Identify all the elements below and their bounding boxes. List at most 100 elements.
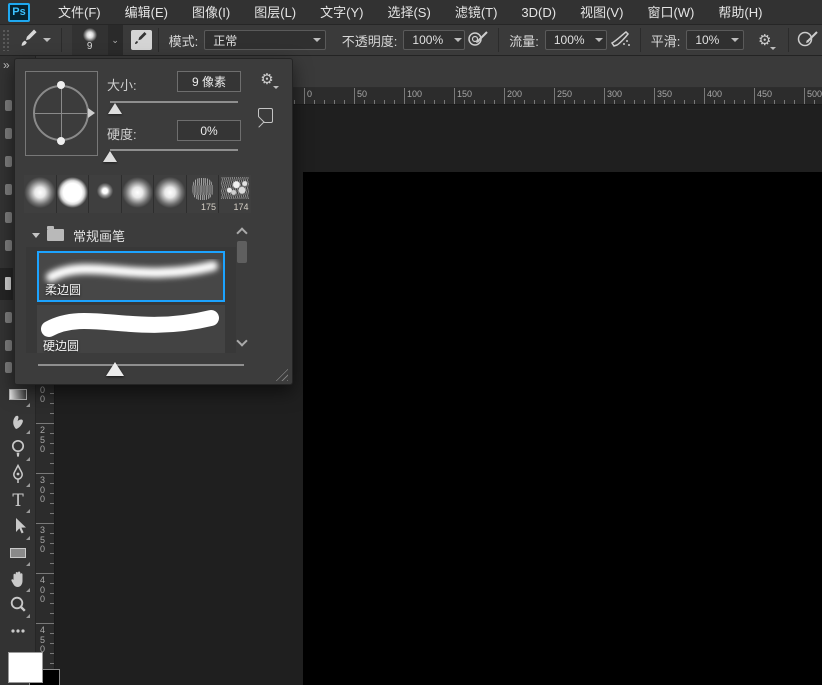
recent-brush-5[interactable] [154,175,186,213]
roundness-handle-top[interactable] [57,81,65,89]
menu-item-5[interactable]: 文字(Y) [308,0,375,25]
airbrush-button[interactable] [608,28,633,52]
ruler-tick [394,100,395,104]
hidden-tool-icon[interactable] [5,362,12,373]
brush-preset-picker-button[interactable]: 9 ⌄ [72,25,123,55]
recent-brush-2[interactable] [57,175,89,213]
preview-size-slider-track[interactable] [38,364,244,366]
gradient-tool-button[interactable] [5,384,31,409]
gear-icon: ⚙ [260,70,273,88]
angle-arrow[interactable] [88,108,95,118]
chevron-down-icon [727,38,743,42]
toggle-brush-settings-icon [133,30,149,51]
ruler-tick [294,100,295,104]
active-tool-pressed[interactable] [0,268,13,300]
menu-item-7[interactable]: 滤镜(T) [443,0,510,25]
panel-options-button[interactable]: ⚙ [254,67,280,91]
hidden-tool-icon[interactable] [5,312,12,323]
brush-preset-label: 柔边圆 [45,281,81,298]
menu-item-1[interactable]: 文件(F) [46,0,113,25]
options-bar-grip[interactable] [2,29,10,51]
ruler-tick [50,553,54,554]
create-new-brush-button[interactable] [258,108,273,123]
menu-item-4[interactable]: 图层(L) [242,0,308,25]
pen-tool-button[interactable] [5,464,31,489]
type-tool-button[interactable]: T [5,490,31,515]
ruler-tick [744,100,745,104]
hidden-tool-icon[interactable] [5,128,12,139]
pressure-opacity-button[interactable] [466,28,491,52]
smoothing-select[interactable]: 10% [686,30,744,50]
brush-group-header[interactable]: 常规画笔 [26,223,236,247]
ruler-tick [544,100,545,104]
pressure-size-button[interactable] [796,28,821,52]
roundness-handle-bottom[interactable] [57,137,65,145]
document-canvas[interactable] [303,172,822,685]
ruler-tick [50,563,54,564]
hidden-tool-icon[interactable] [5,184,12,195]
ruler-label: 50 [357,89,367,99]
scroll-up-icon[interactable] [236,227,247,238]
menu-item-10[interactable]: 窗口(W) [635,0,706,25]
hardness-slider-track[interactable] [110,149,238,151]
foreground-color-swatch[interactable] [8,652,43,683]
brush-angle-roundness-control[interactable] [25,71,98,156]
menu-item-8[interactable]: 3D(D) [509,0,568,25]
zoom-tool-button[interactable] [5,595,31,620]
hidden-tool-icon[interactable] [5,156,12,167]
brush-number: 175 [201,202,216,212]
size-input[interactable]: 9 像素 [177,71,241,92]
ruler-tick [50,583,54,584]
collapse-toolbar-button[interactable]: » [3,58,9,72]
smudge-tool-button[interactable] [5,411,31,436]
ruler-tick [50,503,54,504]
hidden-tool-icon[interactable] [5,240,12,251]
hidden-tool-icon[interactable] [5,100,12,111]
brush-preset-2[interactable]: 硬边圆 [37,305,225,353]
path-selection-tool-button[interactable] [5,517,31,542]
brush-list-scrollbar[interactable] [236,225,249,351]
menu-bar: Ps 文件(F)编辑(E)图像(I)图层(L)文字(Y)选择(S)滤镜(T)3D… [0,0,822,25]
hidden-tool-icon[interactable] [5,340,12,351]
ruler-tick [794,100,795,104]
hand-tool-button[interactable] [5,569,31,594]
recent-brush-1[interactable] [24,175,56,213]
brush-picker-chevron[interactable]: ⌄ [108,25,123,55]
rectangle-tool-button[interactable] [5,543,31,568]
brush-stroke-preview [37,305,225,341]
size-slider-track[interactable] [110,101,238,103]
size-slider-thumb[interactable] [108,103,122,114]
tool-preset-picker-button[interactable] [14,26,55,54]
brush-preview: 9 [72,25,108,55]
menu-item-3[interactable]: 图像(I) [180,0,242,25]
separator [788,28,789,52]
recent-brush-3[interactable] [89,175,121,213]
menu-item-2[interactable]: 编辑(E) [113,0,180,25]
ruler-tick [774,100,775,104]
hardness-slider-thumb[interactable] [103,151,117,162]
recent-brush-4[interactable] [122,175,154,213]
mode-select[interactable]: 正常 [204,30,326,50]
brush-preset-1[interactable]: 柔边圆 [37,251,225,302]
edit-toolbar-button[interactable] [5,621,31,646]
flow-select[interactable]: 100% [545,30,607,50]
opacity-select[interactable]: 100% [403,30,465,50]
ruler-tick [584,100,585,104]
menu-item-11[interactable]: 帮助(H) [706,0,774,25]
photoshop-logo[interactable]: Ps [8,3,30,22]
recent-brush-7[interactable]: 174 [219,175,251,213]
toggle-brush-settings-button[interactable] [131,30,152,50]
menu-item-6[interactable]: 选择(S) [375,0,442,25]
panel-resize-grip[interactable] [273,368,288,381]
preview-size-slider-thumb[interactable] [106,362,124,376]
dodge-tool-button[interactable] [5,438,31,463]
ruler-tick [36,423,54,424]
scrollbar-thumb[interactable] [237,241,247,263]
scroll-down-icon[interactable] [236,335,247,346]
menu-item-9[interactable]: 视图(V) [568,0,635,25]
smoothing-options-button[interactable]: ⚙ [752,28,777,52]
ruler-tick [424,100,425,104]
recent-brush-6[interactable]: 175 [187,175,219,213]
hidden-tool-icon[interactable] [5,212,12,223]
hardness-input[interactable]: 0% [177,120,241,141]
